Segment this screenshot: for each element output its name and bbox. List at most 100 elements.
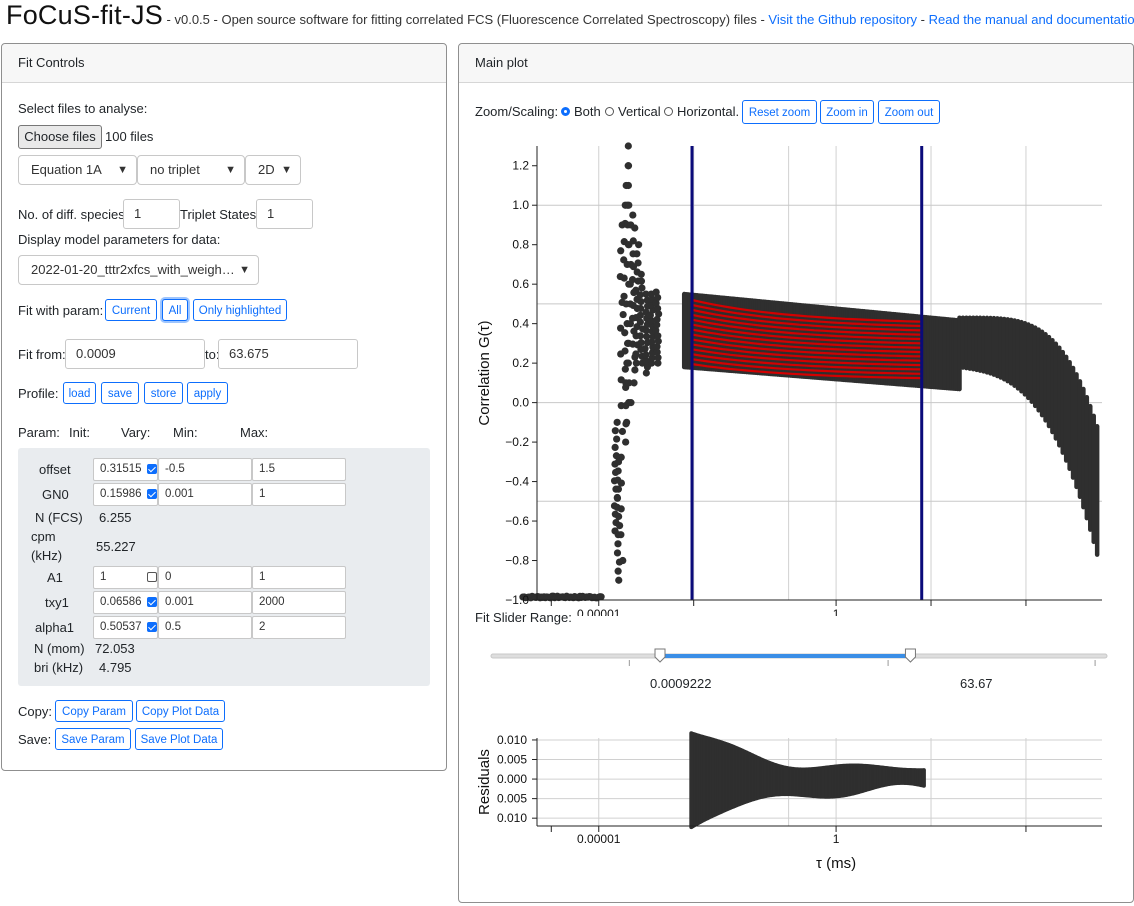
choose-files-button[interactable]: Choose files — [18, 125, 102, 149]
param-vary-checkbox[interactable] — [147, 489, 157, 499]
copy-label: Copy: — [18, 704, 52, 719]
fit-with-param-label: Fit with param: — [18, 303, 104, 318]
zoom-vertical-radio[interactable] — [605, 107, 614, 116]
profile-load-button[interactable]: load — [63, 382, 96, 404]
param-vary-checkbox[interactable] — [147, 622, 157, 632]
triplet-states-label: Triplet States — [180, 207, 257, 222]
data-point — [613, 549, 622, 557]
fit-from-input[interactable]: 0.0009 — [65, 339, 205, 369]
dimension-select[interactable]: 2D ▼ — [245, 155, 301, 185]
param-max-input[interactable]: 2 — [252, 616, 346, 639]
main-plot-header: Main plot — [459, 44, 1133, 83]
y-tick-label: 0.8 — [512, 238, 529, 252]
diff-species-input[interactable]: 1 — [123, 199, 180, 229]
fit-from-label: Fit from: — [18, 347, 66, 362]
data-point — [616, 521, 624, 530]
data-point — [614, 540, 622, 548]
fit-highlighted-button[interactable]: Only highlighted — [193, 299, 287, 321]
data-point — [637, 298, 645, 306]
param-max-input[interactable]: 1 — [252, 483, 346, 506]
zoom-horizontal-radio[interactable] — [664, 107, 673, 116]
derived-value: 4.795 — [99, 660, 132, 675]
triplet-states-input[interactable]: 1 — [256, 199, 313, 229]
data-point — [614, 531, 622, 539]
param-vary-checkbox[interactable] — [147, 464, 157, 474]
param-name: alpha1 — [35, 620, 75, 635]
profile-save-button[interactable]: save — [101, 382, 139, 404]
zoom-out-button[interactable]: Zoom out — [878, 100, 940, 124]
param-header-min: Min: — [173, 425, 198, 440]
data-point — [642, 369, 650, 377]
param-max-input[interactable]: 1 — [252, 566, 346, 589]
reset-zoom-button[interactable]: Reset zoom — [742, 100, 817, 124]
zoom-both-label: Both — [574, 104, 601, 119]
profile-label: Profile: — [18, 386, 59, 401]
param-min-input[interactable]: 0 — [158, 566, 252, 589]
copy-param-button[interactable]: Copy Param — [55, 700, 133, 722]
derived-value: 55.227 — [96, 539, 136, 554]
param-max-input[interactable]: 1.5 — [252, 458, 346, 481]
save-label: Save: — [18, 732, 52, 747]
derived-name: bri (kHz) — [34, 660, 84, 675]
data-point — [637, 270, 645, 278]
data-point — [613, 494, 622, 502]
y-tick-label: 0.005 — [497, 753, 527, 767]
param-max-input[interactable]: 2000 — [252, 591, 346, 614]
param-name: offset — [39, 462, 71, 477]
derived-name: (kHz) — [31, 548, 63, 563]
data-point — [627, 399, 635, 407]
residuals-chart[interactable]: 0.010 0.005 0.000 0.005 0.010 0.00001 1 τ (ms) R… — [459, 728, 1131, 888]
github-link[interactable]: Visit the Github repository — [768, 12, 917, 27]
data-point — [652, 288, 660, 296]
data-select-value: 2022-01-20_tttr2xfcs_with_weigh… — [31, 262, 235, 277]
profile-store-button[interactable]: store — [144, 382, 183, 404]
save-plot-data-button[interactable]: Save Plot Data — [135, 728, 223, 750]
y-tick-label: −0.8 — [505, 554, 529, 568]
chevron-down-icon: ▼ — [117, 164, 128, 176]
correlation-chart[interactable]: 1.2 1.0 0.8 0.6 0.4 0.2 0.0 −0.2 −0.4 −0.6 −0.8 −1.… — [459, 138, 1131, 616]
param-min-input[interactable]: 0.001 — [158, 483, 252, 506]
chevron-down-icon: ▼ — [281, 164, 292, 176]
equation-select[interactable]: Equation 1A ▼ — [18, 155, 137, 185]
param-vary-checkbox[interactable] — [147, 572, 157, 582]
data-point — [642, 351, 650, 359]
triplet-select[interactable]: no triplet ▼ — [137, 155, 245, 185]
data-point — [614, 567, 622, 575]
data-point — [637, 277, 646, 285]
data-point — [614, 485, 623, 493]
data-point — [636, 332, 644, 340]
y-axis-label: Correlation G(τ) — [476, 320, 493, 425]
fit-to-input[interactable]: 63.675 — [218, 339, 358, 369]
app-header: FoCuS-fit-JS - v0.0.5 - Open source soft… — [6, 0, 1134, 38]
data-point — [625, 201, 633, 209]
param-min-input[interactable]: 0.5 — [158, 616, 252, 639]
main-plot-panel: Main plot Zoom/Scaling: Both Vertical Ho… — [458, 43, 1134, 903]
param-vary-checkbox[interactable] — [147, 597, 157, 607]
fit-range-slider[interactable] — [459, 634, 1131, 694]
data-point — [624, 142, 632, 150]
y-tick-label: 1.0 — [512, 198, 529, 212]
chevron-down-icon: ▼ — [225, 164, 236, 176]
derived-name: N (FCS) — [35, 510, 83, 525]
data-point — [613, 435, 621, 443]
data-select[interactable]: 2022-01-20_tttr2xfcs_with_weigh… ▼ — [18, 255, 259, 285]
data-point — [620, 292, 628, 300]
zoom-in-button[interactable]: Zoom in — [820, 100, 874, 124]
y-tick-label: 0.0 — [512, 396, 529, 410]
data-point — [624, 359, 632, 367]
param-table: offset 0.31515 -0.5 1.5 GN0 0.15986 0.00… — [18, 448, 430, 686]
fit-current-button[interactable]: Current — [105, 299, 157, 321]
param-min-input[interactable]: 0.001 — [158, 591, 252, 614]
x-tick-label: 0.00001 — [577, 832, 621, 846]
copy-plot-data-button[interactable]: Copy Plot Data — [136, 700, 225, 722]
manual-link[interactable]: Read the manual and documentation — [929, 12, 1134, 27]
param-header-param: Param: — [18, 425, 60, 440]
zoom-both-radio[interactable] — [561, 107, 570, 116]
fit-all-button[interactable]: All — [162, 299, 188, 321]
profile-apply-button[interactable]: apply — [187, 382, 228, 404]
data-point — [619, 310, 627, 319]
save-param-button[interactable]: Save Param — [55, 728, 131, 750]
data-point — [631, 224, 639, 232]
param-min-input[interactable]: -0.5 — [158, 458, 252, 481]
derived-value: 6.255 — [99, 510, 132, 525]
